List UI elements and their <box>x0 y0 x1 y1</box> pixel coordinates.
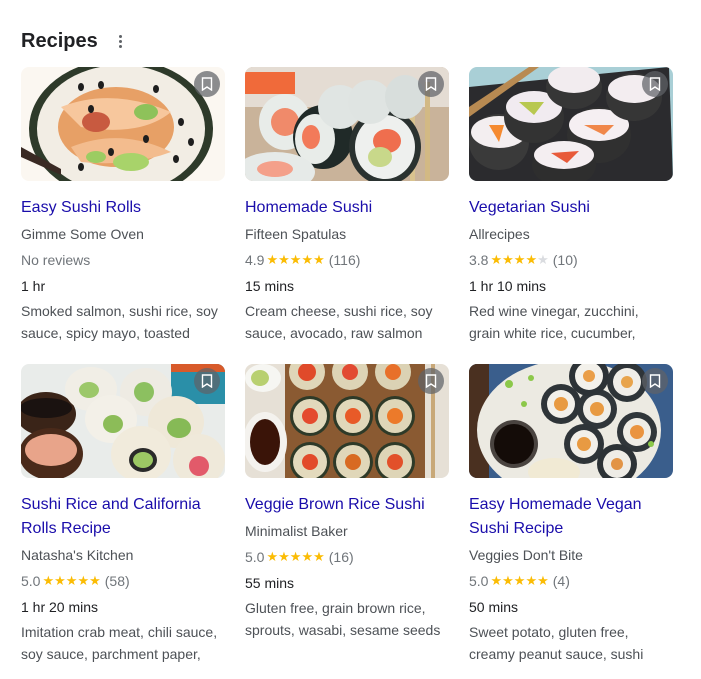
rating-value: 3.8 <box>469 252 489 268</box>
recipe-rating: 5.0 ★ ★ ★ ★ ★ (58) <box>21 571 225 591</box>
recipe-title-link[interactable]: Easy Sushi Rolls <box>21 196 225 220</box>
recipe-source: Minimalist Baker <box>245 523 348 539</box>
recipe-ingredients: Gluten free, grain brown rice, sprouts, … <box>245 600 441 638</box>
recipe-title-link[interactable]: Sushi Rice and California Rolls Recipe <box>21 493 225 541</box>
recipe-card[interactable]: Veggie Brown Rice Sushi Minimalist Baker… <box>245 364 449 665</box>
recipe-card[interactable]: Sushi Rice and California Rolls Recipe N… <box>21 364 225 665</box>
review-count: (16) <box>328 549 354 565</box>
rating-value: 5.0 <box>469 573 489 589</box>
recipe-card[interactable]: Easy Homemade Vegan Sushi Recipe Veggies… <box>469 364 673 665</box>
star-filled-icon: ★ <box>266 549 279 564</box>
star-filled-icon: ★ <box>301 549 314 564</box>
rating-value: 5.0 <box>245 549 265 565</box>
recipe-source: Natasha's Kitchen <box>21 547 134 563</box>
recipe-card[interactable]: Homemade Sushi Fifteen Spatulas 4.9 ★ ★ ★ ★… <box>245 67 449 364</box>
bookmark-button[interactable] <box>642 71 668 97</box>
recipe-image[interactable] <box>469 67 673 181</box>
bookmark-button[interactable] <box>418 368 444 394</box>
more-vert-icon[interactable] <box>112 30 130 52</box>
bookmark-button[interactable] <box>194 71 220 97</box>
recipe-rating: 5.0 ★ ★ ★ ★ ★ (4) <box>469 571 673 591</box>
rating-text: No reviews <box>21 252 91 268</box>
recipe-rating: 3.8 ★ ★ ★ ★ ★ (10) <box>469 250 673 270</box>
recipe-title-link[interactable]: Veggie Brown Rice Sushi <box>245 493 449 517</box>
recipe-rating: No reviews <box>21 250 225 270</box>
recipe-title-link[interactable]: Easy Homemade Vegan Sushi Recipe <box>469 493 673 541</box>
star-filled-icon: ★ <box>289 252 302 267</box>
recipe-rating: 4.9 ★ ★ ★ ★ ★ (116) <box>245 250 449 270</box>
recipe-time: 50 mins <box>469 599 519 615</box>
star-filled-icon: ★ <box>525 252 538 267</box>
star-filled-icon: ★ <box>513 573 526 588</box>
star-filled-icon: ★ <box>490 252 503 267</box>
star-filled-icon: ★ <box>89 573 101 588</box>
bookmark-icon <box>649 77 661 91</box>
star-filled-icon: ★ <box>313 549 325 564</box>
star-filled-icon: ★ <box>54 573 66 588</box>
recipe-grid: Easy Sushi Rolls Gimme Some Oven No revi… <box>21 67 673 665</box>
star-rating: ★ ★ ★ ★ ★ <box>266 547 324 567</box>
recipe-title-link[interactable]: Homemade Sushi <box>245 196 449 220</box>
star-filled-icon: ★ <box>278 549 290 564</box>
recipe-source: Fifteen Spatulas <box>245 226 347 242</box>
recipe-ingredients: Red wine vinegar, zucchini, grain white … <box>469 303 639 341</box>
star-filled-icon: ★ <box>525 573 538 588</box>
rating-value: 5.0 <box>21 573 41 589</box>
recipe-card[interactable]: Vegetarian Sushi Allrecipes 3.8 ★ ★ ★ ★ ★ (1… <box>469 67 673 364</box>
recipe-time: 15 mins <box>245 278 295 294</box>
recipes-header: Recipes <box>21 28 130 54</box>
recipe-rating: 5.0 ★ ★ ★ ★ ★ (16) <box>245 547 449 567</box>
recipe-source: Veggies Don't Bite <box>469 547 583 563</box>
star-filled-icon: ★ <box>301 252 314 267</box>
recipe-ingredients: Sweet potato, gluten free, creamy peanut… <box>469 624 644 662</box>
star-rating: ★ ★ ★ ★ ★ <box>490 250 548 270</box>
recipe-time: 1 hr 20 mins <box>21 599 99 615</box>
bookmark-button[interactable] <box>418 71 444 97</box>
recipe-card[interactable]: Easy Sushi Rolls Gimme Some Oven No revi… <box>21 67 225 364</box>
recipe-image[interactable] <box>469 364 673 478</box>
star-filled-icon: ★ <box>278 252 290 267</box>
recipe-time: 1 hr <box>21 278 46 294</box>
recipe-image[interactable] <box>21 364 225 478</box>
star-filled-icon: ★ <box>289 549 302 564</box>
review-count: (58) <box>104 573 130 589</box>
recipe-title-link[interactable]: Vegetarian Sushi <box>469 196 673 220</box>
recipe-ingredients: Cream cheese, sushi rice, soy sauce, avo… <box>245 303 433 341</box>
recipe-image[interactable] <box>245 364 449 478</box>
bookmark-icon <box>425 374 437 388</box>
bookmark-icon <box>201 374 213 388</box>
review-count: (4) <box>552 573 570 589</box>
star-filled-icon: ★ <box>65 573 78 588</box>
recipe-time: 1 hr 10 mins <box>469 278 547 294</box>
review-count: (116) <box>328 252 361 268</box>
star-filled-icon: ★ <box>490 573 503 588</box>
bookmark-icon <box>425 77 437 91</box>
star-filled-icon: ★ <box>77 573 90 588</box>
star-empty-icon: ★ <box>537 252 549 267</box>
recipe-source: Gimme Some Oven <box>21 226 144 242</box>
recipe-source: Allrecipes <box>469 226 530 242</box>
star-filled-icon: ★ <box>513 252 526 267</box>
star-filled-icon: ★ <box>502 573 514 588</box>
rating-value: 4.9 <box>245 252 265 268</box>
star-filled-icon: ★ <box>266 252 279 267</box>
bookmark-button[interactable] <box>642 368 668 394</box>
star-filled-icon: ★ <box>502 252 514 267</box>
bookmark-icon <box>649 374 661 388</box>
star-filled-icon: ★ <box>313 252 325 267</box>
review-count: (10) <box>552 252 578 268</box>
star-rating: ★ ★ ★ ★ ★ <box>42 571 100 591</box>
star-filled-icon: ★ <box>537 573 549 588</box>
section-title: Recipes <box>21 30 98 52</box>
star-rating: ★ ★ ★ ★ ★ <box>490 571 548 591</box>
recipe-ingredients: Imitation crab meat, chili sauce, soy sa… <box>21 624 218 662</box>
star-rating: ★ ★ ★ ★ ★ <box>266 250 324 270</box>
recipe-image[interactable] <box>21 67 225 181</box>
recipe-ingredients: Smoked salmon, sushi rice, soy sauce, sp… <box>21 303 218 341</box>
recipe-time: 55 mins <box>245 575 295 591</box>
bookmark-icon <box>201 77 213 91</box>
star-filled-icon: ★ <box>42 573 55 588</box>
recipe-image[interactable] <box>245 67 449 181</box>
bookmark-button[interactable] <box>194 368 220 394</box>
